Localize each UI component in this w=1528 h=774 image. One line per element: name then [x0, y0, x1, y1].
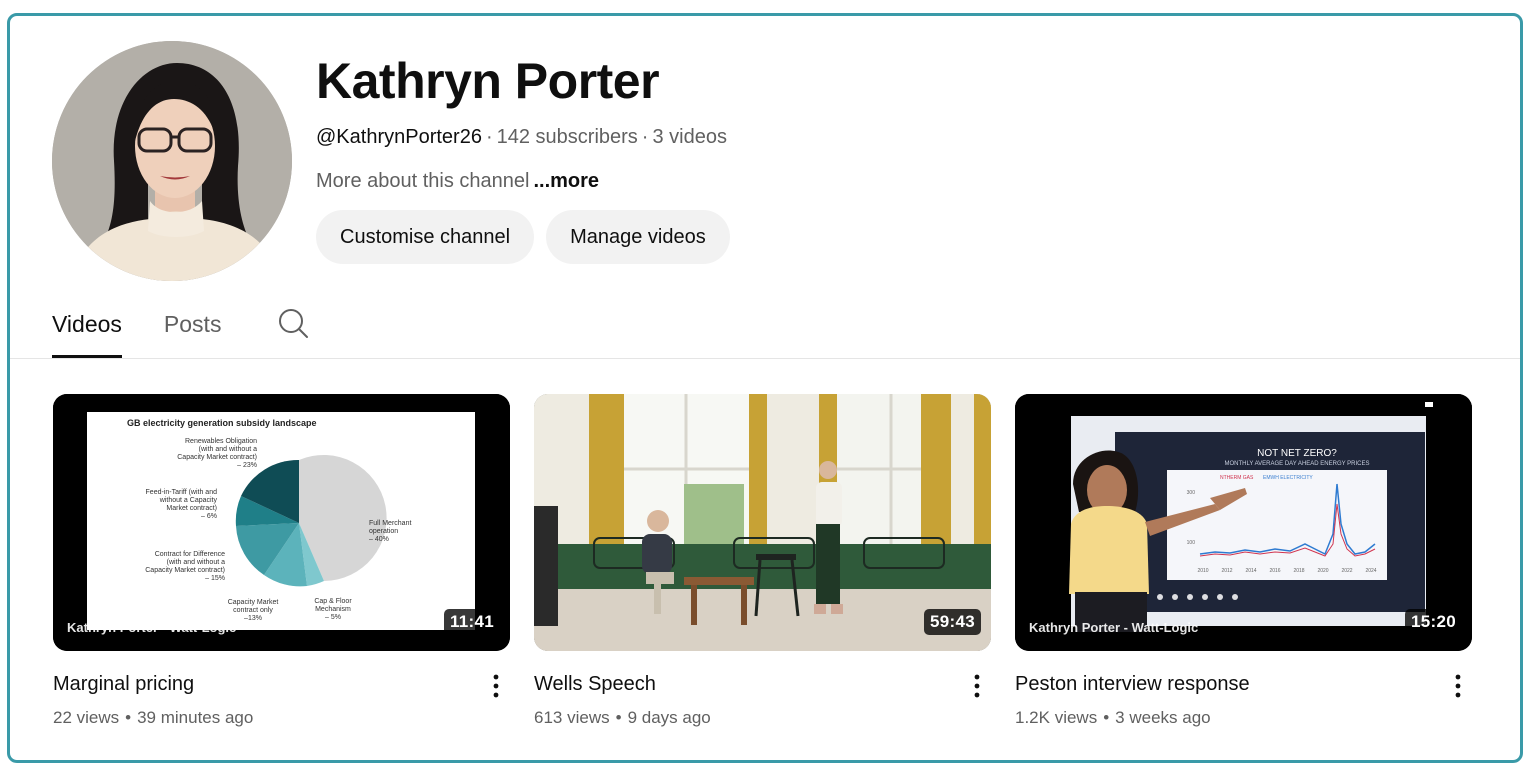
channel-info: Kathryn Porter @KathrynPorter26 · 142 subs…	[316, 50, 730, 264]
subscriber-count: 142 subscribers	[496, 126, 638, 148]
thumb-label: – 40%	[369, 536, 389, 543]
more-vert-icon[interactable]	[1444, 671, 1472, 701]
thumb-label: Capacity Market contract)	[145, 567, 225, 574]
video-meta: 22 views • 39 minutes ago	[53, 707, 510, 729]
thumb-x-tick: 2014	[1245, 568, 1256, 574]
thumb-label: –13%	[244, 615, 262, 622]
thumb-heading: GB electricity generation subsidy landsc…	[127, 418, 317, 428]
speech-hall-thumbnail-image	[534, 394, 991, 651]
search-icon[interactable]	[277, 307, 311, 341]
thumb-legend: EMWH ELECTRICITY	[1263, 475, 1313, 481]
view-count: 613 views	[534, 708, 610, 727]
video-thumbnail[interactable]: NOT NET ZERO? MONTHLY AVERAGE DAY AHEAD …	[1015, 394, 1472, 651]
thumb-x-tick: 2018	[1293, 568, 1304, 574]
upload-age: 9 days ago	[627, 708, 711, 727]
video-duration: 15:20	[1405, 609, 1462, 635]
thumb-x-tick: 2010	[1197, 568, 1208, 574]
thumb-label: without a Capacity	[159, 497, 218, 504]
thumb-label: Feed-in-Tariff (with and	[146, 489, 218, 496]
channel-name: Kathryn Porter	[316, 53, 660, 109]
channel-tabs: Videos Posts	[52, 301, 311, 358]
meta-separator: •	[125, 708, 132, 727]
video-meta: 613 views • 9 days ago	[534, 707, 991, 729]
video-duration: 11:41	[443, 609, 500, 635]
thumb-x-tick: 2016	[1269, 568, 1280, 574]
more-link[interactable]: ...more	[533, 170, 599, 192]
meta-separator: •	[615, 708, 622, 727]
meta-separator: ·	[485, 126, 493, 148]
thumb-label: – 15%	[205, 575, 225, 582]
video-meta: 1.2K views • 3 weeks ago	[1015, 707, 1472, 729]
tab-videos[interactable]: Videos	[52, 301, 122, 358]
thumb-label: Capacity Market	[228, 599, 279, 606]
more-vert-icon[interactable]	[963, 671, 991, 701]
about-text: More about this channel	[316, 170, 530, 192]
thumb-label: Market contract)	[166, 505, 217, 512]
video-title[interactable]: Marginal pricing	[53, 671, 510, 697]
upload-age: 39 minutes ago	[137, 708, 254, 727]
video-title[interactable]: Wells Speech	[534, 671, 991, 697]
thumb-label: – 6%	[201, 513, 217, 520]
channel-avatar[interactable]	[52, 41, 292, 281]
manage-videos-button[interactable]: Manage videos	[546, 210, 730, 264]
meta-separator: ·	[641, 126, 649, 148]
video-details: Wells Speech 613 views • 9 days ago	[534, 671, 991, 729]
thumb-label: (with and without a	[199, 446, 257, 453]
tab-posts[interactable]: Posts	[164, 301, 222, 358]
thumb-y-tick: 300	[1187, 490, 1196, 496]
thumb-label: contract only	[233, 607, 273, 614]
video-card: GB electricity generation subsidy landsc…	[53, 394, 510, 729]
thumb-label: Cap & Floor	[314, 598, 352, 605]
thumb-x-tick: 2020	[1317, 568, 1328, 574]
thumb-legend: NTHERM GAS	[1220, 475, 1254, 481]
video-details: Peston interview response 1.2K views • 3 w…	[1015, 671, 1472, 729]
tv-interview-thumbnail-image: NOT NET ZERO? MONTHLY AVERAGE DAY AHEAD …	[1015, 394, 1472, 651]
video-card: NOT NET ZERO? MONTHLY AVERAGE DAY AHEAD …	[1015, 394, 1472, 729]
upload-age: 3 weeks ago	[1115, 708, 1211, 727]
video-grid: GB electricity generation subsidy landsc…	[53, 394, 1472, 729]
thumb-label: Capacity Market contract)	[177, 454, 257, 461]
view-count: 1.2K views	[1015, 708, 1098, 727]
more-vert-icon[interactable]	[482, 671, 510, 701]
video-count: 3 videos	[652, 126, 727, 148]
video-title[interactable]: Peston interview response	[1015, 671, 1472, 697]
video-thumbnail[interactable]: 59:43	[534, 394, 991, 651]
channel-handle: @KathrynPorter26	[316, 126, 482, 148]
thumb-x-tick: 2022	[1341, 568, 1352, 574]
thumb-watermark: Kathryn Porter - Watt-Logic	[67, 620, 237, 635]
video-card: 59:43 Wells Speech 613 views • 9 days ago	[534, 394, 991, 729]
tabs-divider	[10, 358, 1520, 359]
customise-channel-button[interactable]: Customise channel	[316, 210, 535, 264]
thumb-label: – 23%	[237, 462, 257, 469]
thumb-watermark: Kathryn Porter - Watt-Logic	[1029, 620, 1199, 635]
meta-separator: •	[1103, 708, 1110, 727]
thumb-label: operation	[369, 528, 398, 535]
view-count: 22 views	[53, 708, 120, 727]
video-thumbnail[interactable]: GB electricity generation subsidy landsc…	[53, 394, 510, 651]
thumb-x-tick: 2024	[1365, 568, 1376, 574]
video-duration: 59:43	[924, 609, 981, 635]
thumb-y-tick: 100	[1187, 540, 1196, 546]
pie-chart-thumbnail-image: GB electricity generation subsidy landsc…	[53, 394, 510, 651]
video-details: Marginal pricing 22 views • 39 minutes ago	[53, 671, 510, 729]
avatar-portrait-image	[52, 41, 292, 281]
thumb-label: Mechanism	[315, 606, 351, 613]
thumb-label: Contract for Difference	[155, 551, 225, 558]
thumb-label: (with and without a	[167, 559, 225, 566]
thumb-subheading: MONTHLY AVERAGE DAY AHEAD ENERGY PRICES	[1224, 461, 1369, 467]
channel-about[interactable]: More about this channel ...more	[316, 168, 730, 194]
channel-page: Kathryn Porter @KathrynPorter26 · 142 subs…	[7, 13, 1523, 763]
thumb-heading: NOT NET ZERO?	[1257, 448, 1337, 459]
thumb-label: Renewables Obligation	[185, 438, 257, 445]
thumb-label: – 5%	[325, 614, 341, 621]
thumb-label: Full Merchant	[369, 520, 411, 527]
thumb-x-tick: 2012	[1221, 568, 1232, 574]
channel-meta: @KathrynPorter26 · 142 subscribers · 3 video…	[316, 124, 730, 150]
channel-actions: Customise channel Manage videos	[316, 210, 730, 264]
